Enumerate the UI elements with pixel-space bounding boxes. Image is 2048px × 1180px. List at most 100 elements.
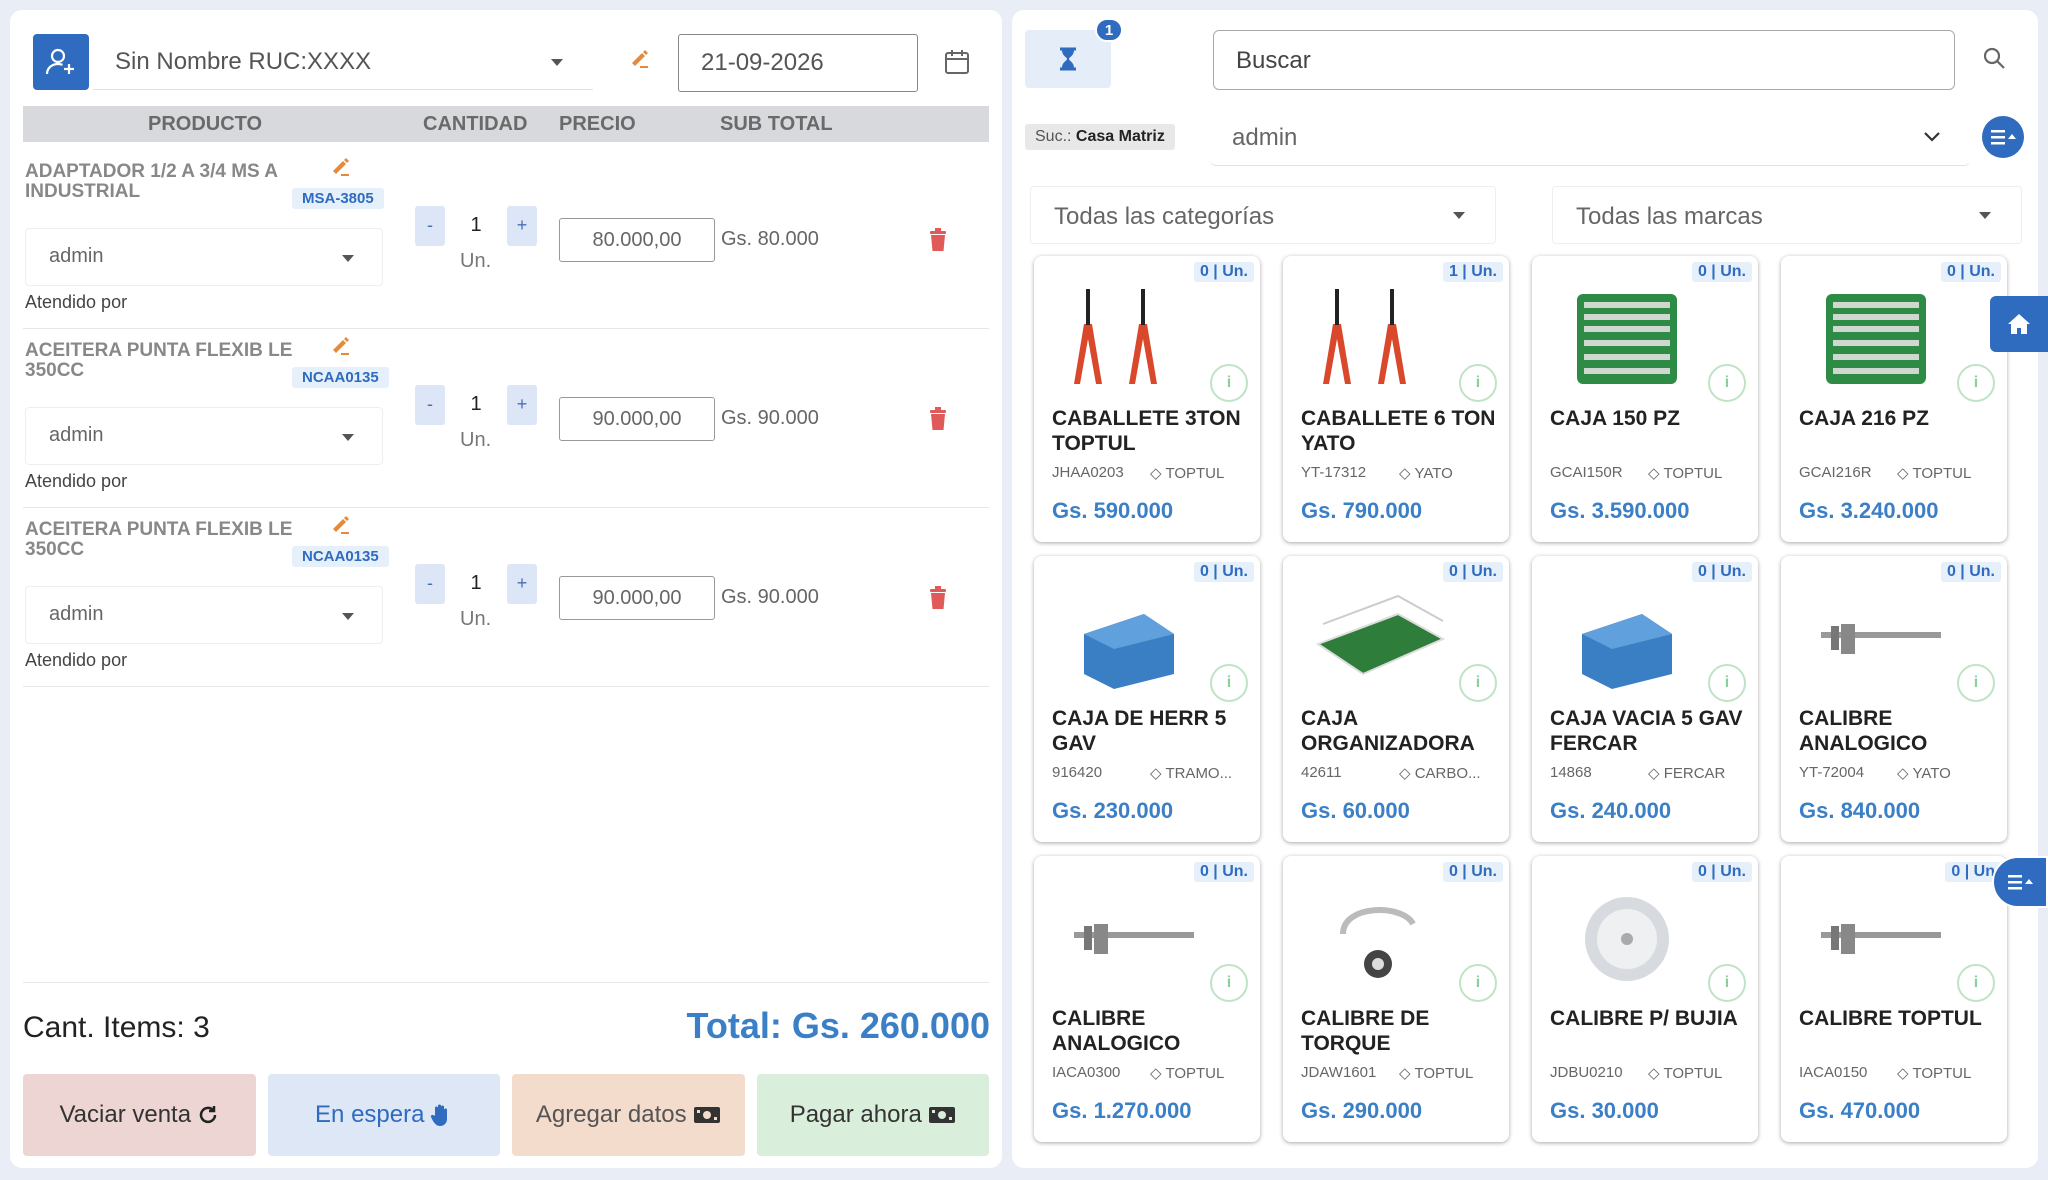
brand-value: Todas las marcas xyxy=(1576,203,1763,230)
pay-now-button[interactable]: Pagar ahora xyxy=(756,1074,989,1156)
hold-sale-label: En espera xyxy=(315,1101,425,1128)
product-card-meta: IACA0300 ◇ TOPTUL xyxy=(1052,1064,1256,1082)
attended-by-label: Atendido por xyxy=(25,650,128,670)
hold-sale-button[interactable]: En espera xyxy=(267,1074,500,1156)
search-input[interactable]: Buscar xyxy=(1213,30,1955,90)
product-card[interactable]: 0 | Un. i CALIBRE P/ BUJIA JDBU0210 ◇ TOPTUL… xyxy=(1532,856,1758,1142)
product-name: ACEITERA PUNTA FLEXIB LE 350CC xyxy=(25,340,293,381)
product-card[interactable]: 0 | Un. i CAJA 150 PZ GCAI150R ◇ TOPTUL Gs. 3… xyxy=(1532,256,1758,542)
user-select[interactable]: admin xyxy=(1210,106,1970,166)
qty-value[interactable]: 1 xyxy=(461,214,491,237)
product-code: MSA-3805 xyxy=(292,188,384,209)
qty-minus-button[interactable]: - xyxy=(415,385,445,425)
add-client-button[interactable] xyxy=(33,34,89,90)
add-data-button[interactable]: Agregar datos xyxy=(512,1074,745,1156)
search-button[interactable] xyxy=(1982,46,2006,75)
info-icon[interactable]: i xyxy=(1459,964,1497,1002)
price-input[interactable]: 90.000,00 xyxy=(559,576,715,620)
table-row: ADAPTADOR 1/2 A 3/4 MS A INDUSTRIAL MSA-… xyxy=(23,150,989,329)
product-card[interactable]: 0 | Un. i CAJA DE HERR 5 GAV 916420 ◇ TRAMO.… xyxy=(1034,556,1260,842)
product-card[interactable]: 0 | Un. i CALIBRE ANALOGICO IACA0300 ◇ TOPTU… xyxy=(1034,856,1260,1142)
hourglass-icon xyxy=(1060,47,1076,71)
qty-plus-button[interactable]: + xyxy=(507,564,537,604)
info-icon[interactable]: i xyxy=(1459,664,1497,702)
info-icon[interactable]: i xyxy=(1210,364,1248,402)
product-card-name: CAJA 150 PZ xyxy=(1550,407,1680,430)
menu-toggle-button[interactable] xyxy=(1992,856,2048,908)
date-input[interactable]: 21-09-2026 xyxy=(678,34,918,92)
product-card-code: 42611 xyxy=(1301,764,1342,781)
empty-sale-button[interactable]: Vaciar venta xyxy=(23,1074,256,1156)
menu-toggle-button[interactable] xyxy=(1982,116,2024,158)
product-card-price: Gs. 590.000 xyxy=(1052,498,1174,523)
delete-row-button[interactable] xyxy=(927,407,949,436)
seller-select[interactable]: admin xyxy=(25,407,383,465)
product-card-brand: ◇ TOPTUL xyxy=(1150,1065,1225,1082)
items-value: 3 xyxy=(193,1011,210,1044)
add-data-label: Agregar datos xyxy=(535,1101,687,1128)
product-card[interactable]: 0 | Un. i CALIBRE DE TORQUE JDAW1601 ◇ TOPTU… xyxy=(1283,856,1509,1142)
edit-product-button[interactable] xyxy=(329,514,351,541)
product-card[interactable]: 0 | Un. i CAJA VACIA 5 GAV FERCAR 14868 ◇ FE… xyxy=(1532,556,1758,842)
list-icon xyxy=(2008,875,2033,890)
branch-label: Suc.: xyxy=(1035,128,1072,145)
product-card[interactable]: 0 | Un i CALIBRE TOPTUL IACA0150 ◇ TOPTUL Gs.… xyxy=(1781,856,2007,1142)
pending-count-badge: 1 xyxy=(1095,18,1123,42)
edit-product-button[interactable] xyxy=(329,156,351,183)
info-icon[interactable]: i xyxy=(1210,664,1248,702)
home-button[interactable] xyxy=(1990,296,2048,352)
category-filter[interactable]: Todas las categorías xyxy=(1030,186,1496,244)
info-icon[interactable]: i xyxy=(1708,964,1746,1002)
product-card[interactable]: 0 | Un. i CALIBRE ANALOGICO YT-72004 ◇ YATO G… xyxy=(1781,556,2007,842)
seller-select[interactable]: admin xyxy=(25,228,383,286)
table-row: ACEITERA PUNTA FLEXIB LE 350CC NCAA0135 … xyxy=(23,508,989,687)
product-card[interactable]: 0 | Un. i CABALLETE 3TON TOPTUL JHAA0203 ◇ T… xyxy=(1034,256,1260,542)
items-label: Cant. Items: xyxy=(23,1011,185,1044)
toolcase-icon xyxy=(1801,284,1951,394)
product-card[interactable]: 0 | Un. i CAJA ORGANIZADORA 42611 ◇ CARBO...… xyxy=(1283,556,1509,842)
qty-value[interactable]: 1 xyxy=(461,393,491,416)
product-card[interactable]: 1 | Un. i CABALLETE 6 TON YATO YT-17312 ◇ YA… xyxy=(1283,256,1509,542)
calendar-icon xyxy=(945,50,969,74)
qty-plus-button[interactable]: + xyxy=(507,385,537,425)
product-card-name: CAJA DE HERR 5 GAV xyxy=(1052,707,1227,755)
info-icon[interactable]: i xyxy=(1459,364,1497,402)
product-card-code: GCAI150R xyxy=(1550,464,1623,481)
qty-minus-button[interactable]: - xyxy=(415,206,445,246)
seller-select[interactable]: admin xyxy=(25,586,383,644)
info-icon[interactable]: i xyxy=(1957,364,1995,402)
product-card[interactable]: 0 | Un. i CAJA 216 PZ GCAI216R ◇ TOPTUL Gs. 3… xyxy=(1781,256,2007,542)
sale-panel: Sin Nombre RUC:XXXX 21-09-2026 PRODUCTO … xyxy=(10,10,1002,1168)
qty-value[interactable]: 1 xyxy=(461,572,491,595)
product-card-meta: IACA0150 ◇ TOPTUL xyxy=(1799,1064,2003,1082)
price-input[interactable]: 80.000,00 xyxy=(559,218,715,262)
info-icon[interactable]: i xyxy=(1708,664,1746,702)
stock-badge: 0 | Un. xyxy=(1940,262,2001,282)
delete-row-button[interactable] xyxy=(927,586,949,615)
price-input[interactable]: 90.000,00 xyxy=(559,397,715,441)
brand-text: TOPTUL xyxy=(1912,465,1972,482)
edit-product-button[interactable] xyxy=(329,335,351,362)
info-icon[interactable]: i xyxy=(1957,964,1995,1002)
sale-rows: ADAPTADOR 1/2 A 3/4 MS A INDUSTRIAL MSA-… xyxy=(23,150,989,687)
calendar-button[interactable] xyxy=(943,48,971,81)
info-icon[interactable]: i xyxy=(1210,964,1248,1002)
caret-down-icon xyxy=(342,434,354,441)
info-icon[interactable]: i xyxy=(1957,664,1995,702)
product-card-price: Gs. 3.240.000 xyxy=(1799,498,1939,523)
spark-gauge-icon xyxy=(1552,884,1702,994)
edit-client-button[interactable] xyxy=(628,48,650,75)
product-card-brand: ◇ FERCAR xyxy=(1648,765,1726,782)
product-code: NCAA0135 xyxy=(292,546,389,567)
product-card-name: CAJA 216 PZ xyxy=(1799,407,1929,430)
product-card-code: JDBU0210 xyxy=(1550,1064,1623,1081)
qty-plus-button[interactable]: + xyxy=(507,206,537,246)
brand-text: CARBO... xyxy=(1414,765,1481,782)
delete-row-button[interactable] xyxy=(927,228,949,257)
seller-value: admin xyxy=(49,424,104,446)
action-bar: Vaciar venta En espera Agregar datos Pag… xyxy=(23,1074,989,1156)
client-select[interactable]: Sin Nombre RUC:XXXX xyxy=(93,34,593,90)
brand-filter[interactable]: Todas las marcas xyxy=(1552,186,2022,244)
info-icon[interactable]: i xyxy=(1708,364,1746,402)
qty-minus-button[interactable]: - xyxy=(415,564,445,604)
